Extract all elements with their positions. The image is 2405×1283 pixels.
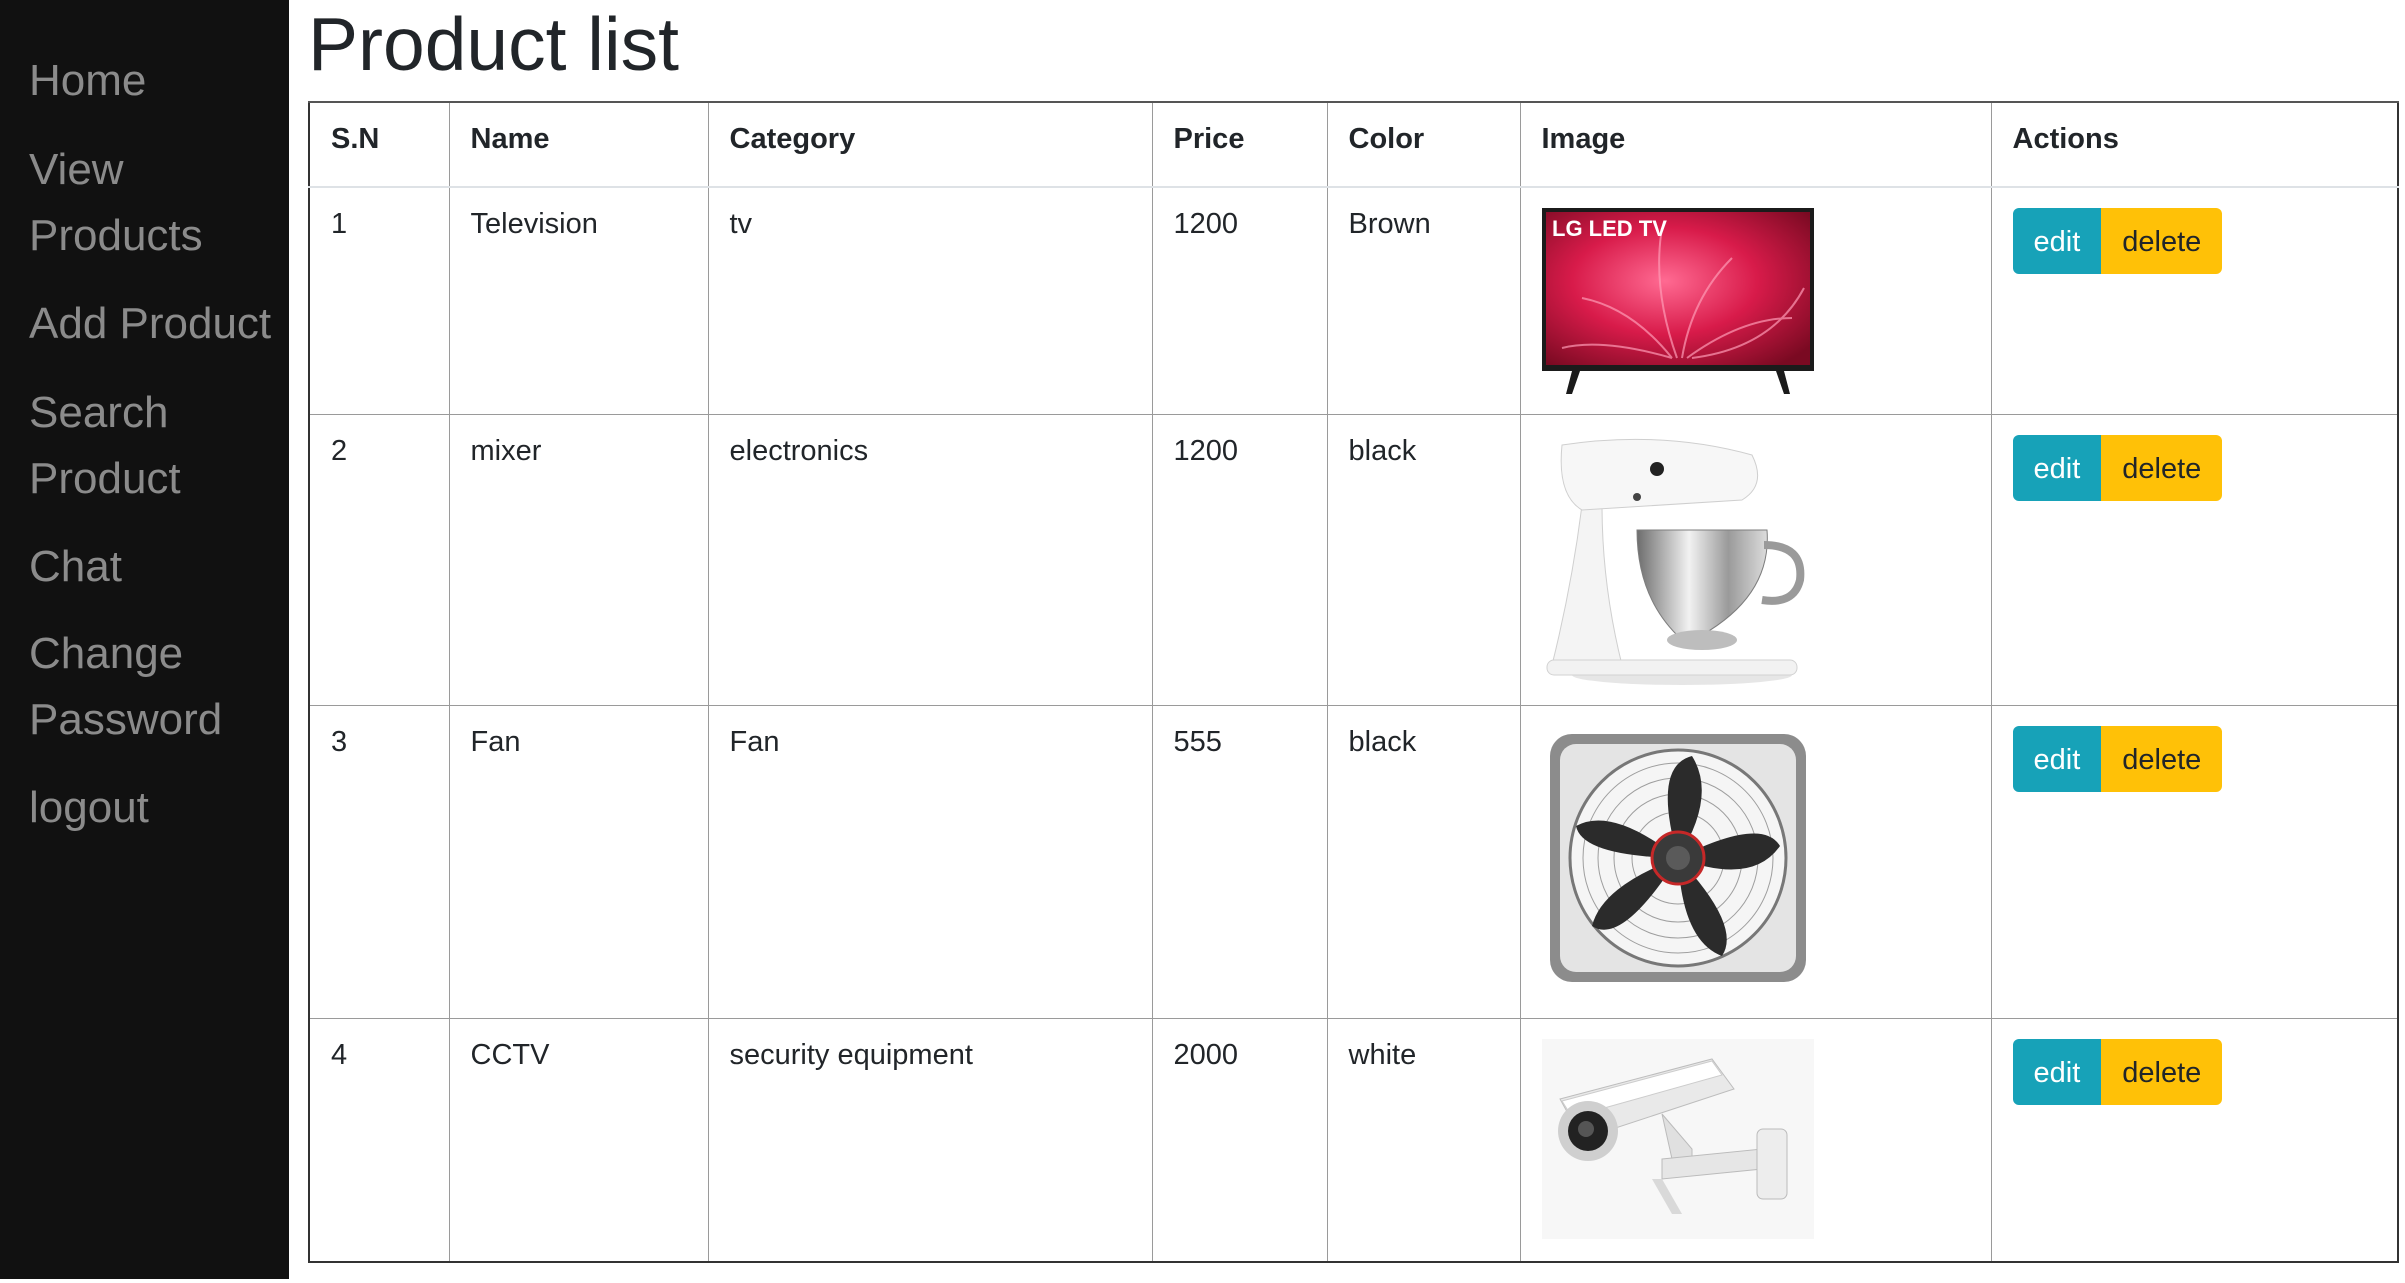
column-header-category: Category (707, 101, 1153, 188)
column-header-sn: S.N (308, 101, 450, 188)
cell-image (1519, 414, 1992, 706)
cell-name: mixer (448, 414, 709, 706)
cell-category: security equipment (707, 1018, 1153, 1262)
cell-color: black (1326, 705, 1521, 1019)
cell-category: tv (707, 186, 1153, 415)
cell-price: 555 (1151, 705, 1328, 1019)
delete-button[interactable]: delete (2101, 726, 2223, 792)
page-title: Product list (308, 2, 679, 86)
edit-button[interactable]: edit (2012, 1039, 2102, 1105)
cell-name: Fan (448, 705, 709, 1019)
edit-button[interactable]: edit (2012, 208, 2102, 274)
column-header-actions: Actions (1990, 101, 2399, 188)
table-row: 4 CCTV security equipment 2000 white edi… (308, 1018, 2399, 1262)
edit-button[interactable]: edit (2012, 726, 2102, 792)
box-fan-image (1542, 726, 1970, 988)
cell-sn: 2 (308, 414, 450, 706)
cell-sn: 1 (308, 186, 450, 415)
product-table: S.N Name Category Price Color Image Acti… (308, 101, 2399, 1263)
column-header-color: Color (1326, 101, 1521, 188)
cell-price: 1200 (1151, 186, 1328, 415)
delete-button[interactable]: delete (2101, 208, 2223, 274)
cell-sn: 4 (308, 1018, 450, 1262)
cell-image (1519, 705, 1992, 1019)
column-header-price: Price (1151, 101, 1328, 188)
table-header-row: S.N Name Category Price Color Image Acti… (308, 101, 2399, 188)
table-row: 2 mixer electronics 1200 black edit dele… (308, 414, 2399, 706)
nav-change-password-link[interactable]: Change Password (29, 621, 284, 753)
cell-name: Television (448, 186, 709, 415)
cell-category: Fan (707, 705, 1153, 1019)
cell-actions: edit delete (1990, 705, 2399, 1019)
cell-actions: edit delete (1990, 186, 2399, 415)
cell-image (1519, 1018, 1992, 1262)
cell-name: CCTV (448, 1018, 709, 1262)
delete-button[interactable]: delete (2101, 435, 2223, 501)
cell-category: electronics (707, 414, 1153, 706)
stand-mixer-image (1542, 435, 1970, 685)
cell-color: black (1326, 414, 1521, 706)
television-image: LG LED TV (1541, 208, 1970, 394)
cctv-camera-image (1541, 1039, 1970, 1239)
column-header-image: Image (1519, 101, 1992, 188)
table-row: 1 Television tv 1200 Brown LG LED TV edi… (308, 186, 2399, 415)
cell-actions: edit delete (1990, 1018, 2399, 1262)
nav-view-products-link[interactable]: View Products (29, 137, 284, 269)
nav-home-link[interactable]: Home (29, 48, 284, 114)
cell-price: 2000 (1151, 1018, 1328, 1262)
cell-color: white (1326, 1018, 1521, 1262)
table-row: 3 Fan Fan 555 black edit delete (308, 705, 2399, 1019)
cell-sn: 3 (308, 705, 450, 1019)
delete-button[interactable]: delete (2101, 1039, 2223, 1105)
sidebar-nav: Home View Products Add Product Search Pr… (0, 0, 289, 1279)
nav-logout-link[interactable]: logout (29, 775, 284, 841)
cell-price: 1200 (1151, 414, 1328, 706)
edit-button[interactable]: edit (2012, 435, 2102, 501)
cell-color: Brown (1326, 186, 1521, 415)
column-header-name: Name (448, 101, 709, 188)
cell-image: LG LED TV (1519, 186, 1992, 415)
nav-chat-link[interactable]: Chat (29, 534, 284, 600)
tv-brand-text: LG LED TV (1552, 216, 1667, 241)
nav-add-product-link[interactable]: Add Product (29, 291, 284, 357)
nav-search-product-link[interactable]: Search Product (29, 380, 284, 512)
cell-actions: edit delete (1990, 414, 2399, 706)
